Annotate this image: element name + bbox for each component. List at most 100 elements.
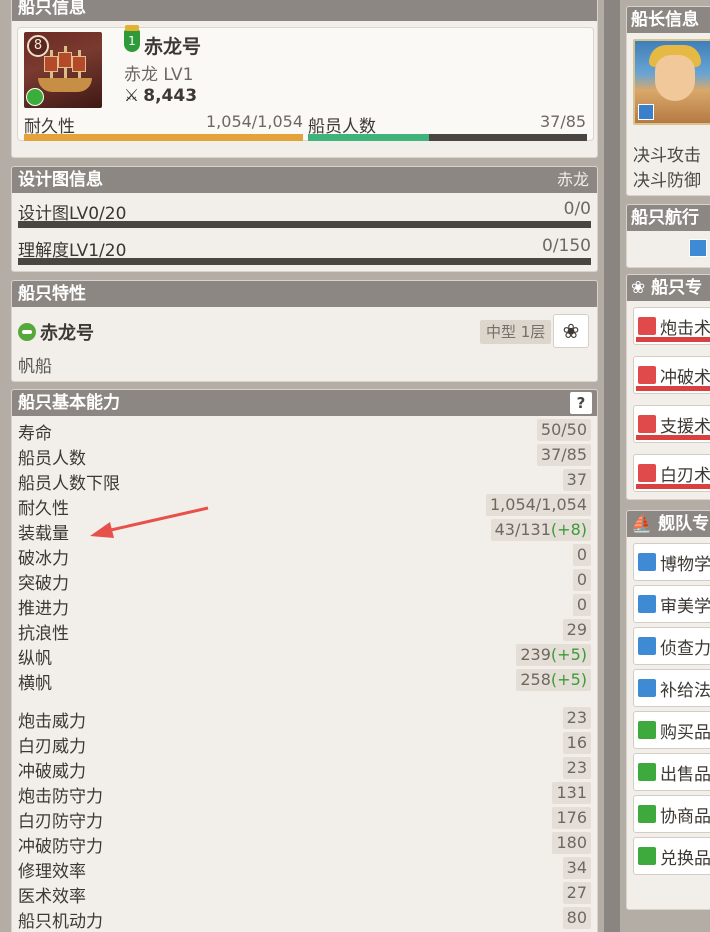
stat-label: 纵帆	[18, 649, 52, 669]
ship-name: 赤龙号	[144, 36, 202, 58]
skill-label: 购买品	[660, 723, 710, 743]
trade-icon	[638, 763, 656, 781]
durability-value: 1,054/1,054	[206, 112, 303, 131]
ship-info-header: 船只信息	[12, 0, 597, 21]
stat-label: 船员人数下限	[18, 474, 120, 494]
edit-icon	[638, 679, 656, 697]
skill-button[interactable]: 侦查力	[633, 627, 710, 665]
traits-panel: 船只特性 赤龙号 中型 1层 ❀ 帆船	[11, 280, 598, 382]
sail-header: 船只航行	[627, 205, 710, 231]
stat-label: 船员人数	[18, 449, 86, 469]
skill-button[interactable]: 出售品	[633, 753, 710, 791]
trait-name: 赤龙号	[40, 323, 94, 344]
sail-panel: 船只航行	[626, 204, 710, 268]
ship-info-panel: 船只信息 8 1 赤龙号 赤龙 LV1 ⚔ 8,443 耐久性 1,054/1,0…	[11, 0, 598, 158]
stat-row: 船员人数下限 37	[18, 468, 591, 494]
skill-button[interactable]: 兑换品	[633, 837, 710, 875]
skill-label: 协商品	[660, 807, 710, 827]
edit-icon[interactable]	[689, 239, 707, 257]
stat-row: 船员人数 37/85	[18, 443, 591, 469]
stat-label: 炮击防守力	[18, 787, 103, 807]
skill-button[interactable]: 炮击术	[633, 307, 710, 345]
ship-type-level: 赤龙 LV1	[124, 65, 194, 85]
captain-header: 船长信息	[627, 7, 710, 33]
blueprint-level-bar	[18, 221, 591, 228]
trade-icon	[638, 805, 656, 823]
stat-row: 白刃威力 16	[18, 731, 591, 757]
stat-row: 横帆 258(+5)	[18, 668, 591, 694]
stat-value: 43/131(+8)	[490, 519, 591, 541]
traits-header: 船只特性	[12, 281, 597, 307]
stat-bonus: (+5)	[550, 670, 587, 689]
skill-button[interactable]: 协商品	[633, 795, 710, 833]
ship-rank-badge: 8	[27, 35, 49, 57]
skill-label: 补给法	[660, 681, 710, 701]
crew-value: 37/85	[540, 112, 587, 131]
stat-label: 抗浪性	[18, 624, 69, 644]
captain-panel: 船长信息 决斗攻击 决斗防御	[626, 6, 710, 196]
stat-value: 1,054/1,054	[486, 494, 591, 516]
stat-value: 80	[562, 907, 591, 929]
stat-label: 突破力	[18, 574, 69, 594]
stat-label: 横帆	[18, 674, 52, 694]
skill-button[interactable]: 审美学	[633, 585, 710, 623]
stat-value: 37/85	[536, 444, 591, 466]
duel-defense-label: 决斗防御	[633, 171, 701, 191]
trade-icon	[638, 721, 656, 739]
captain-portrait[interactable]	[633, 39, 710, 125]
skill-button[interactable]: 冲破术	[633, 356, 710, 394]
lock-icon	[638, 415, 656, 433]
understanding-level-bar	[18, 258, 591, 265]
lock-icon	[638, 366, 656, 384]
ship-category: 帆船	[18, 357, 52, 377]
stat-row: 推进力 0	[18, 593, 591, 619]
ship-image: 8	[24, 32, 102, 108]
edit-icon	[638, 553, 656, 571]
durability-bar	[24, 134, 303, 141]
blueprint-ship-name: 赤龙	[556, 170, 589, 189]
stat-row: 白刃防守力 176	[18, 806, 591, 832]
basic-abilities-panel: 船只基本能力 ? 寿命 50/50 船员人数 37/85 船员人数下限 37 耐久性 1,05…	[11, 389, 598, 932]
skill-button[interactable]: 补给法	[633, 669, 710, 707]
stat-value: 29	[562, 619, 591, 641]
left-column: 船只信息 8 1 赤龙号 赤龙 LV1 ⚔ 8,443 耐久性 1,054/1,0…	[0, 0, 604, 932]
stat-bonus: (+8)	[550, 520, 587, 539]
help-button[interactable]: ?	[570, 392, 592, 414]
stat-value: 0	[572, 569, 591, 591]
skill-button[interactable]: 支援术	[633, 405, 710, 443]
edit-icon	[638, 595, 656, 613]
stat-row: 炮击威力 23	[18, 706, 591, 732]
skill-button[interactable]: 购买品	[633, 711, 710, 749]
crossed-swords-icon: ⚔	[124, 86, 140, 106]
stat-value: 0	[572, 544, 591, 566]
ship-card[interactable]: 8 1 赤龙号 赤龙 LV1 ⚔ 8,443 耐久性 1,054/1,054 船员…	[17, 25, 594, 141]
stat-value: 23	[562, 707, 591, 729]
stat-value: 37	[562, 469, 591, 491]
stat-value: 34	[562, 857, 591, 879]
crew-bar	[308, 134, 587, 141]
stat-row: 修理效率 34	[18, 856, 591, 882]
lock-icon	[638, 464, 656, 482]
basic-abilities-header: 船只基本能力 ?	[12, 390, 597, 416]
ship-size-tag: 中型 1层	[480, 320, 552, 344]
stat-value: 258(+5)	[516, 669, 591, 691]
stat-value: 50/50	[536, 419, 591, 441]
stat-value: 239(+5)	[516, 644, 591, 666]
skill-label: 冲破术	[660, 368, 710, 388]
skill-button[interactable]: 白刃术	[633, 454, 710, 492]
ship-skill-header: ❀ 船只专	[627, 275, 710, 301]
edit-icon	[638, 104, 654, 120]
stat-row: 冲破威力 23	[18, 756, 591, 782]
ship-structure-button[interactable]: ❀	[553, 314, 589, 348]
stat-label: 白刃威力	[18, 737, 86, 757]
skill-button[interactable]: 博物学	[633, 543, 710, 581]
stat-bonus: (+5)	[550, 645, 587, 664]
stat-value: 23	[562, 757, 591, 779]
stat-label: 修理效率	[18, 862, 86, 882]
stat-row: 寿命 50/50	[18, 418, 591, 444]
stat-row: 纵帆 239(+5)	[18, 643, 591, 669]
skill-label: 审美学	[660, 597, 710, 617]
skill-bar	[636, 435, 710, 440]
stat-row: 医术效率 27	[18, 881, 591, 907]
stat-value: 27	[562, 882, 591, 904]
